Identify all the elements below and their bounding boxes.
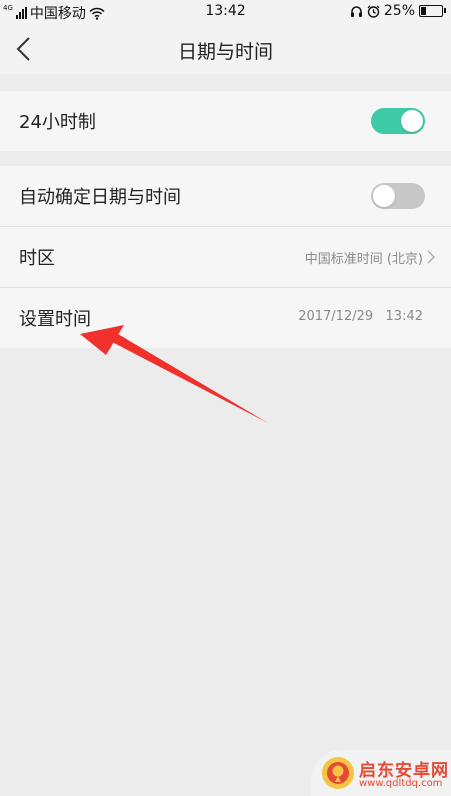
setting-label: 自动确定日期与时间 bbox=[19, 187, 181, 208]
set-time-value: 2017/12/29 13:42 bbox=[298, 309, 423, 324]
screen: 4G 中国移动 13:42 25% 日期与时间 24小时制 自动确定日期与时间 … bbox=[0, 0, 451, 796]
watermark-url: www.qdltdq.com bbox=[359, 778, 443, 789]
page-title: 日期与时间 bbox=[177, 41, 273, 63]
battery-fill bbox=[421, 7, 426, 15]
status-right: 25% bbox=[350, 3, 446, 19]
toggle-auto-datetime[interactable] bbox=[371, 183, 425, 209]
headset-icon bbox=[350, 5, 362, 17]
setting-label: 设置时间 bbox=[19, 309, 91, 330]
setting-row-24-hour[interactable]: 24小时制 bbox=[0, 91, 451, 151]
setting-label: 时区 bbox=[19, 248, 55, 269]
timezone-value: 中国标准时间 (北京) bbox=[304, 252, 423, 267]
alarm-icon bbox=[367, 5, 380, 18]
toggle-24-hour[interactable] bbox=[371, 108, 425, 134]
setting-label: 24小时制 bbox=[19, 112, 96, 133]
setting-row-set-time[interactable]: 设置时间 2017/12/29 13:42 bbox=[0, 288, 451, 348]
battery-icon bbox=[419, 5, 446, 17]
battery-percent: 25% bbox=[383, 3, 415, 19]
watermark: 启东安卓网 www.qdltdq.com bbox=[311, 750, 451, 796]
watermark-logo-icon bbox=[322, 757, 354, 789]
setting-row-timezone[interactable]: 时区 中国标准时间 (北京) bbox=[0, 227, 451, 288]
settings-section-format: 24小时制 bbox=[0, 91, 451, 151]
settings-section-datetime: 自动确定日期与时间 时区 中国标准时间 (北京) 设置时间 2017/12/29… bbox=[0, 166, 451, 348]
chevron-right-icon bbox=[427, 250, 435, 264]
status-bar: 4G 中国移动 13:42 25% bbox=[0, 0, 451, 24]
toggle-knob bbox=[373, 185, 395, 207]
toggle-knob bbox=[401, 110, 423, 132]
title-bar: 日期与时间 bbox=[0, 24, 451, 74]
setting-row-auto-datetime[interactable]: 自动确定日期与时间 bbox=[0, 166, 451, 227]
